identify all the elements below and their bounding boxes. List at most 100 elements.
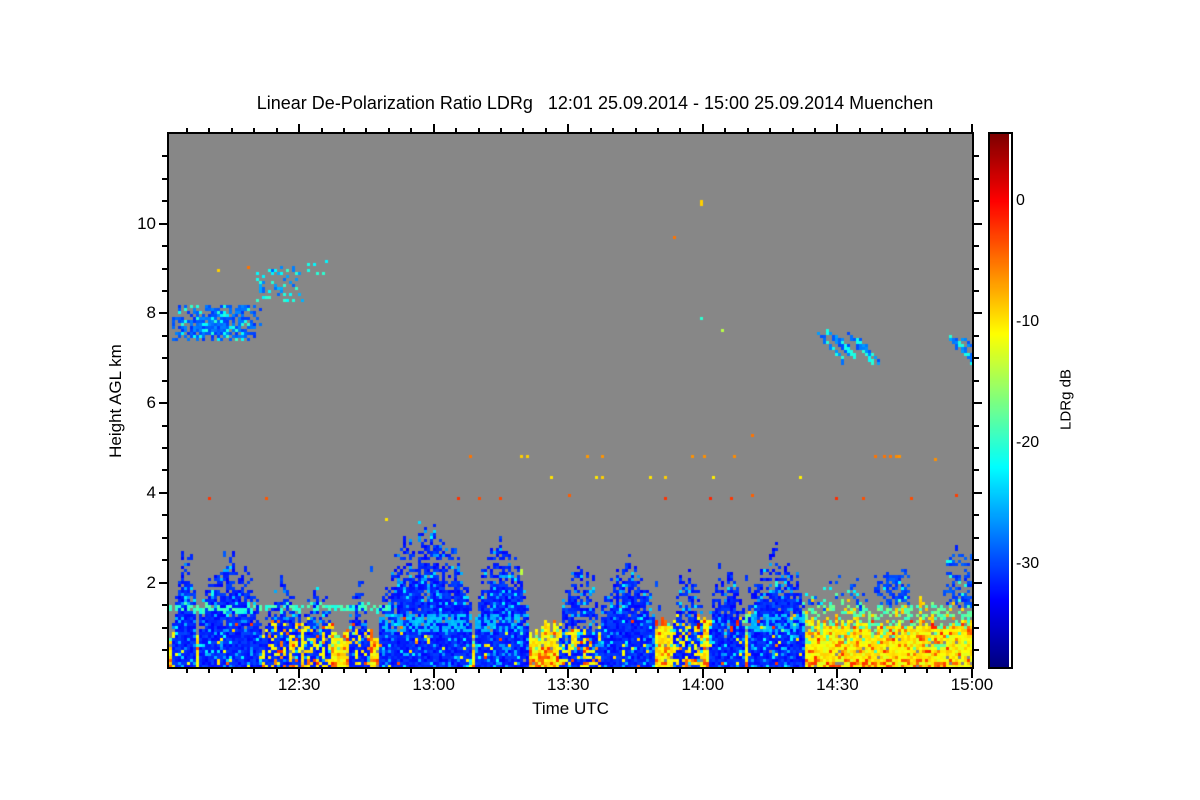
heatmap-canvas xyxy=(169,134,972,667)
x-axis-minor-tick-top xyxy=(544,128,547,132)
x-tick-label: 13:30 xyxy=(546,675,590,694)
y-axis-major-tick-right xyxy=(974,491,982,494)
y-tick-label: 4 xyxy=(146,482,156,502)
y-axis-minor-tick-right xyxy=(974,177,979,180)
x-axis-major-tick-top xyxy=(567,124,570,132)
y-axis-major-tick-right xyxy=(974,222,982,225)
y-axis-minor-tick xyxy=(162,559,167,562)
y-axis-major-tick-right xyxy=(974,581,982,584)
x-axis-minor-tick xyxy=(455,669,458,673)
y-tick-label: 8 xyxy=(146,303,156,323)
x-axis-minor-tick-top xyxy=(612,128,615,132)
x-axis-minor-tick xyxy=(903,669,906,673)
y-axis-minor-tick xyxy=(162,155,167,158)
x-axis-minor-tick xyxy=(544,669,547,673)
y-axis-minor-tick-right xyxy=(974,357,979,360)
y-axis-minor-tick-right xyxy=(974,290,979,293)
y-axis-minor-tick xyxy=(162,536,167,539)
x-axis-minor-tick xyxy=(477,669,480,673)
x-axis-minor-tick-top xyxy=(724,128,727,132)
y-axis-major-tick-right xyxy=(974,312,982,315)
y-axis-minor-tick xyxy=(162,469,167,472)
x-axis-minor-tick-top xyxy=(746,128,749,132)
x-tick-label: 13:00 xyxy=(412,675,455,694)
x-axis-minor-tick xyxy=(589,669,592,673)
x-axis-minor-tick-top xyxy=(387,128,390,132)
x-axis-minor-tick-top xyxy=(455,128,458,132)
x-axis-minor-tick-top xyxy=(926,128,929,132)
y-axis-minor-tick-right xyxy=(974,267,979,270)
y-axis-minor-tick-right xyxy=(974,469,979,472)
x-axis-minor-tick xyxy=(746,669,749,673)
y-axis-minor-tick xyxy=(162,648,167,651)
y-axis-minor-tick-right xyxy=(974,626,979,629)
x-axis-minor-tick-top xyxy=(320,128,323,132)
x-axis-minor-tick xyxy=(881,669,884,673)
x-axis-minor-tick-top xyxy=(410,128,413,132)
x-axis-minor-tick-top xyxy=(208,128,211,132)
x-axis-minor-tick xyxy=(858,669,861,673)
x-axis-minor-tick-top xyxy=(230,128,233,132)
y-axis-label: Height AGL km xyxy=(106,344,125,458)
x-axis-major-tick-top xyxy=(432,124,435,132)
y-axis-major-tick xyxy=(159,222,167,225)
y-axis-major-tick xyxy=(159,312,167,315)
x-axis-minor-tick-top xyxy=(589,128,592,132)
x-tick-label: 14:00 xyxy=(681,675,725,694)
y-axis-major-tick xyxy=(159,491,167,494)
x-axis-minor-tick-top xyxy=(365,128,368,132)
x-axis-minor-tick-top xyxy=(858,128,861,132)
x-tick-label: 15:00 xyxy=(950,675,994,694)
y-axis-major-tick xyxy=(159,581,167,584)
x-axis-minor-tick-top xyxy=(477,128,480,132)
colorbar-gradient xyxy=(990,134,1009,667)
ldr-quicklook-figure: Linear De-Polarization Ratio LDRg 12:01 … xyxy=(0,0,1200,800)
colorbar-label: LDRg dB xyxy=(1057,369,1075,430)
x-axis-minor-tick xyxy=(948,669,951,673)
y-axis-minor-tick-right xyxy=(974,200,979,203)
x-axis-minor-tick xyxy=(724,669,727,673)
x-axis-minor-tick-top xyxy=(948,128,951,132)
x-axis-minor-tick-top xyxy=(634,128,637,132)
x-axis-major-tick-top xyxy=(298,124,301,132)
colorbar-tick-label: 0 xyxy=(1016,191,1025,209)
x-axis-minor-tick xyxy=(320,669,323,673)
x-axis-label: Time UTC xyxy=(532,699,609,718)
y-axis-minor-tick-right xyxy=(974,648,979,651)
chart-title: Linear De-Polarization Ratio LDRg 12:01 … xyxy=(256,93,934,113)
x-axis-major-tick-top xyxy=(836,124,839,132)
y-axis-minor-tick xyxy=(162,245,167,248)
x-axis-minor-tick xyxy=(208,669,211,673)
x-tick-label: 12:30 xyxy=(277,675,321,694)
x-axis-minor-tick xyxy=(656,669,659,673)
x-axis-minor-tick xyxy=(634,669,637,673)
y-axis-minor-tick xyxy=(162,424,167,427)
y-axis-minor-tick xyxy=(162,267,167,270)
x-axis-minor-tick-top xyxy=(881,128,884,132)
y-axis-minor-tick-right xyxy=(974,604,979,607)
y-axis-minor-tick xyxy=(162,514,167,517)
y-axis-minor-tick-right xyxy=(974,334,979,337)
x-axis-minor-tick xyxy=(185,669,188,673)
x-axis-major-tick-top xyxy=(701,124,704,132)
y-axis-minor-tick xyxy=(162,334,167,337)
y-axis-minor-tick xyxy=(162,357,167,360)
x-axis-minor-tick xyxy=(612,669,615,673)
x-axis-minor-tick xyxy=(253,669,256,673)
y-axis-minor-tick xyxy=(162,290,167,293)
y-axis-minor-tick-right xyxy=(974,514,979,517)
y-axis-minor-tick xyxy=(162,177,167,180)
x-axis-minor-tick-top xyxy=(499,128,502,132)
x-axis-minor-tick xyxy=(769,669,772,673)
y-axis-major-tick-right xyxy=(974,402,982,405)
x-axis-minor-tick xyxy=(499,669,502,673)
y-tick-label: 2 xyxy=(146,572,156,592)
x-axis-minor-tick-top xyxy=(679,128,682,132)
x-axis-minor-tick-top xyxy=(253,128,256,132)
x-axis-minor-tick xyxy=(387,669,390,673)
x-axis-minor-tick xyxy=(791,669,794,673)
x-axis-minor-tick-top xyxy=(185,128,188,132)
x-axis-minor-tick-top xyxy=(813,128,816,132)
x-axis-minor-tick-top xyxy=(275,128,278,132)
x-axis-minor-tick-top xyxy=(903,128,906,132)
